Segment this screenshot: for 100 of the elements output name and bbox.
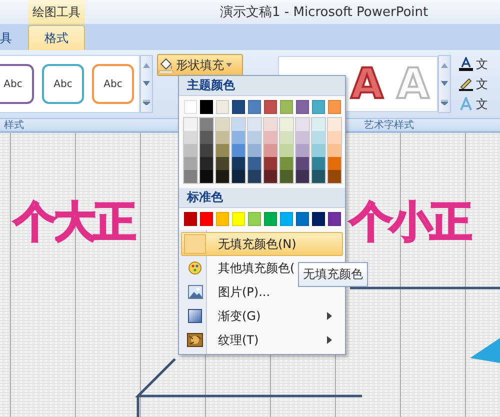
color-swatch[interactable] <box>296 170 309 183</box>
color-swatch[interactable] <box>200 118 213 131</box>
color-swatch[interactable] <box>200 170 213 183</box>
color-swatch[interactable] <box>248 212 261 226</box>
paint-bucket-icon <box>158 57 174 73</box>
picture-icon <box>188 285 202 299</box>
menu-item[interactable]: 无填充颜色(N) <box>181 232 343 256</box>
color-swatch[interactable] <box>312 212 325 226</box>
color-swatch[interactable] <box>248 157 261 170</box>
color-swatch[interactable] <box>280 131 293 144</box>
color-swatch[interactable] <box>216 144 229 157</box>
color-swatch[interactable] <box>312 170 325 183</box>
color-swatch[interactable] <box>232 170 245 183</box>
color-swatch[interactable] <box>280 170 293 183</box>
color-swatch[interactable] <box>184 157 197 170</box>
shape-style-option[interactable]: Abc <box>0 64 34 104</box>
color-swatch[interactable] <box>184 212 197 226</box>
scroll-up-icon <box>441 62 448 68</box>
color-swatch[interactable] <box>248 170 261 183</box>
group-label: 样式 <box>4 118 24 132</box>
color-swatch[interactable] <box>184 144 197 157</box>
no-fill-swatch <box>184 234 206 254</box>
text-format-button[interactable]: 文 <box>459 76 488 92</box>
color-swatch[interactable] <box>232 118 245 131</box>
color-swatch[interactable] <box>200 144 213 157</box>
color-swatch[interactable] <box>232 131 245 144</box>
contextual-tab-group-label: 绘图工具 <box>28 0 85 24</box>
color-swatch[interactable] <box>184 170 197 183</box>
color-swatch[interactable] <box>216 212 229 226</box>
color-swatch[interactable] <box>296 100 309 114</box>
color-swatch[interactable] <box>200 212 213 226</box>
color-swatch[interactable] <box>296 131 309 144</box>
color-swatch[interactable] <box>328 170 341 183</box>
gallery-scrollbar[interactable] <box>140 55 153 113</box>
menu-heading: 主题颜色 <box>179 76 345 96</box>
color-swatch[interactable] <box>184 100 197 114</box>
color-swatch[interactable] <box>280 157 293 170</box>
shape-style-option[interactable]: Abc <box>92 64 134 104</box>
color-swatch[interactable] <box>328 157 341 170</box>
color-swatch[interactable] <box>328 144 341 157</box>
menu-item[interactable]: 纹理(T) <box>181 328 343 352</box>
color-swatch[interactable] <box>216 170 229 183</box>
color-swatch[interactable] <box>232 144 245 157</box>
shape-style-option[interactable]: Abc <box>42 64 84 104</box>
pen-icon <box>459 77 473 91</box>
color-swatch[interactable] <box>280 118 293 131</box>
color-swatch[interactable] <box>312 118 325 131</box>
color-swatch[interactable] <box>232 212 245 226</box>
color-swatch[interactable] <box>312 144 325 157</box>
color-swatch[interactable] <box>264 212 277 226</box>
gallery-scrollbar[interactable] <box>438 55 451 113</box>
color-swatch[interactable] <box>216 157 229 170</box>
color-swatch[interactable] <box>248 131 261 144</box>
text-format-button[interactable]: 文 <box>459 96 488 112</box>
window-title: 演示文稿1 - Microsoft PowerPoint <box>220 4 428 21</box>
group-label: 艺术字样式 <box>364 118 414 132</box>
color-swatch[interactable] <box>200 157 213 170</box>
color-swatch[interactable] <box>296 118 309 131</box>
color-swatch[interactable] <box>264 170 277 183</box>
submenu-arrow-icon <box>327 336 332 344</box>
color-swatch[interactable] <box>264 157 277 170</box>
gallery-more-icon <box>143 100 150 106</box>
dropdown-caret-icon <box>226 63 232 67</box>
color-swatch[interactable] <box>296 157 309 170</box>
color-swatch[interactable] <box>264 100 277 114</box>
color-swatch[interactable] <box>248 144 261 157</box>
color-swatch[interactable] <box>184 118 197 131</box>
text-fill-icon <box>459 57 473 71</box>
color-swatch[interactable] <box>216 131 229 144</box>
text-format-button[interactable]: 文 <box>459 56 488 72</box>
palette-icon <box>188 261 202 275</box>
color-swatch[interactable] <box>328 118 341 131</box>
color-swatch[interactable] <box>248 118 261 131</box>
gallery-more-icon <box>441 100 448 106</box>
color-swatch[interactable] <box>280 212 293 226</box>
menu-item[interactable]: 渐变(G) <box>181 304 343 328</box>
color-swatch[interactable] <box>328 100 341 114</box>
color-swatch[interactable] <box>184 131 197 144</box>
color-swatch[interactable] <box>200 100 213 114</box>
color-swatch[interactable] <box>232 157 245 170</box>
color-swatch[interactable] <box>200 131 213 144</box>
color-swatch[interactable] <box>312 131 325 144</box>
color-swatch[interactable] <box>280 100 293 114</box>
color-swatch[interactable] <box>216 118 229 131</box>
color-swatch[interactable] <box>296 144 309 157</box>
color-swatch[interactable] <box>264 131 277 144</box>
color-swatch[interactable] <box>328 212 341 226</box>
ribbon-tab[interactable]: 格式 <box>28 25 85 50</box>
color-swatch[interactable] <box>248 100 261 114</box>
ribbon-tab[interactable]: 具 <box>0 26 12 50</box>
color-swatch[interactable] <box>312 100 325 114</box>
color-swatch[interactable] <box>328 131 341 144</box>
color-swatch[interactable] <box>312 157 325 170</box>
color-swatch[interactable] <box>216 100 229 114</box>
color-swatch[interactable] <box>296 212 309 226</box>
shape-fill-button[interactable]: 形状填充 <box>157 54 243 76</box>
color-swatch[interactable] <box>264 144 277 157</box>
color-swatch[interactable] <box>264 118 277 131</box>
color-swatch[interactable] <box>280 144 293 157</box>
color-swatch[interactable] <box>232 100 245 114</box>
